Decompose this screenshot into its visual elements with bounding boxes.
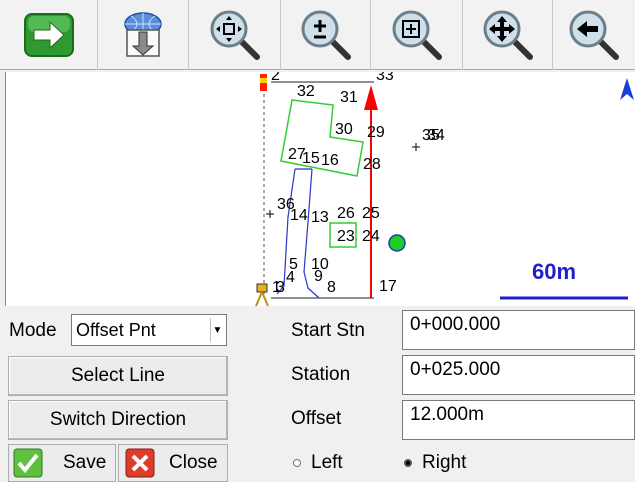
forward-button[interactable] xyxy=(0,0,98,70)
zoom-in-out-button[interactable] xyxy=(281,0,371,70)
point-label: 33 xyxy=(376,72,394,84)
point-label: 23 xyxy=(337,228,355,245)
point-label: 3 xyxy=(276,279,285,296)
zoom-extents-button[interactable] xyxy=(189,0,281,70)
start-stn-field[interactable]: 0+000.000 xyxy=(402,310,635,350)
download-button[interactable] xyxy=(98,0,189,70)
zoom-window-button[interactable] xyxy=(371,0,463,70)
left-radio[interactable]: Left xyxy=(293,452,343,474)
point-label: 28 xyxy=(363,156,381,173)
mode-label: Mode xyxy=(9,320,57,341)
point-label: 17 xyxy=(379,278,397,295)
chevron-down-icon[interactable]: ▼ xyxy=(210,318,224,342)
right-radio[interactable]: Right xyxy=(404,452,466,474)
control-panel: Mode Offset Pnt ▼ Select Line Switch Dir… xyxy=(0,306,635,482)
close-label: Close xyxy=(169,452,218,473)
zoom-window-icon xyxy=(392,10,442,60)
direction-arrow xyxy=(364,85,378,110)
left-radio-label: Left xyxy=(311,452,343,473)
switch-direction-button[interactable]: Switch Direction xyxy=(8,400,228,440)
save-button[interactable]: Save xyxy=(8,444,116,482)
point-label: 30 xyxy=(335,121,353,138)
download-globe-icon xyxy=(124,12,162,57)
station-label: Station xyxy=(291,364,351,385)
point-label: 15 xyxy=(302,150,320,167)
point-cross-36 xyxy=(266,210,274,218)
map-drawing[interactable]: 60m 2 33 32 31 30 29 35 34 27 15 16 28 3… xyxy=(6,72,635,306)
point-label: 31 xyxy=(340,89,358,106)
zoom-previous-button[interactable] xyxy=(553,0,635,70)
point-label: 16 xyxy=(321,152,339,169)
close-button[interactable]: Close xyxy=(118,444,228,482)
select-line-button[interactable]: Select Line xyxy=(8,356,228,396)
scale-label: 60m xyxy=(532,259,576,284)
forward-arrow-icon xyxy=(23,13,74,57)
mode-select[interactable]: Offset Pnt ▼ xyxy=(71,314,227,346)
point-label: 24 xyxy=(362,228,380,245)
point-label: 29 xyxy=(367,124,385,141)
toolbar xyxy=(0,0,635,70)
north-arrow-icon xyxy=(620,78,634,100)
start-stn-label: Start Stn xyxy=(291,320,365,341)
radio-checked-icon xyxy=(404,459,412,467)
pan-button[interactable] xyxy=(463,0,553,70)
point-label: 9 xyxy=(314,268,323,285)
point-label: 32 xyxy=(297,83,315,100)
mode-select-value: Offset Pnt xyxy=(76,319,156,340)
instrument-icon xyxy=(255,283,269,306)
map-canvas[interactable]: 60m 2 33 32 31 30 29 35 34 27 15 16 28 3… xyxy=(5,72,635,306)
save-label: Save xyxy=(63,452,107,473)
station-field[interactable]: 0+025.000 xyxy=(402,355,635,395)
offset-label: Offset xyxy=(291,408,342,429)
point-label: 8 xyxy=(327,279,336,296)
point-label: 34 xyxy=(427,127,445,144)
offset-field[interactable]: 12.000m xyxy=(402,400,635,440)
zoom-extents-icon xyxy=(210,10,260,60)
point-label: 26 xyxy=(337,205,355,222)
pan-icon xyxy=(483,10,533,60)
close-icon xyxy=(125,448,155,478)
start-marker-band xyxy=(260,78,267,83)
point-label: 13 xyxy=(311,209,329,226)
radio-unchecked-icon xyxy=(293,459,301,467)
point-label: 2 xyxy=(271,72,280,84)
point-label: 25 xyxy=(362,205,380,222)
checkmark-icon xyxy=(13,448,43,478)
current-position-marker xyxy=(388,234,406,252)
zoom-previous-icon xyxy=(569,10,619,60)
point-cross-35 xyxy=(412,143,420,151)
right-radio-label: Right xyxy=(422,452,467,473)
point-label: 4 xyxy=(286,269,295,286)
point-label: 14 xyxy=(290,207,308,224)
zoom-in-out-icon xyxy=(301,10,351,60)
